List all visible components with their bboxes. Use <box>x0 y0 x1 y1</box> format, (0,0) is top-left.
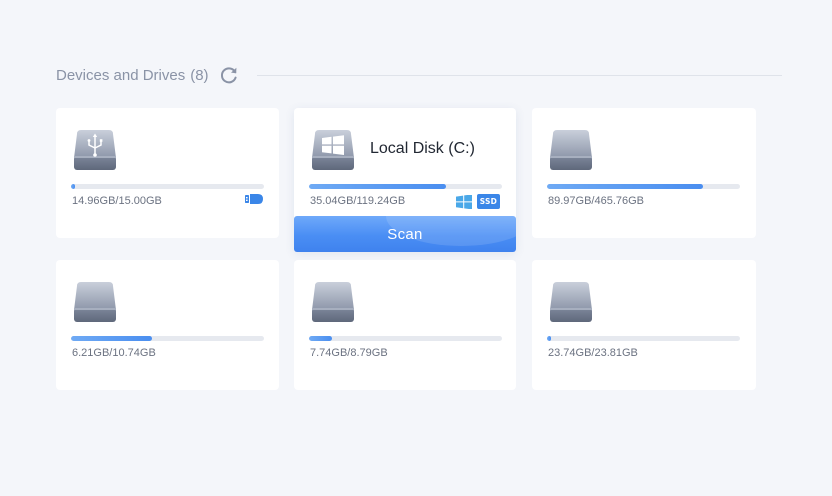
usage-fill <box>547 184 704 189</box>
usage-bar <box>71 184 264 189</box>
usage-bar <box>547 336 740 341</box>
usage-text: 7.74GB/8.79GB <box>310 347 388 359</box>
hard-drive-icon <box>312 282 354 322</box>
windows-icon <box>455 194 472 209</box>
usage-text: 23.74GB/23.81GB <box>548 347 638 359</box>
usage-bar <box>547 184 740 189</box>
hard-drive-icon <box>550 282 592 322</box>
refresh-icon[interactable] <box>219 65 239 85</box>
hard-drive-icon <box>74 282 116 322</box>
usage-bar <box>309 336 502 341</box>
drive-card[interactable]: 89.97GB/465.76GB <box>532 108 756 238</box>
usage-fill <box>71 184 75 189</box>
hard-drive-icon <box>550 130 592 170</box>
section-title: Devices and Drives <box>56 66 186 84</box>
usage-bar <box>71 336 264 341</box>
drive-title: Local Disk (C:) <box>370 140 475 157</box>
ssd-badge: SSD <box>476 194 500 209</box>
windows-drive-icon <box>312 130 354 170</box>
section-header: Devices and Drives (8) <box>56 62 782 88</box>
drive-count: (8) <box>190 66 209 84</box>
usage-fill <box>71 336 153 341</box>
drive-badges <box>245 194 263 204</box>
drive-card[interactable]: 6.21GB/10.74GB <box>56 260 279 390</box>
drive-card[interactable]: 23.74GB/23.81GB <box>532 260 756 390</box>
usage-bar <box>309 184 502 189</box>
drive-card[interactable]: 14.96GB/15.00GB <box>56 108 279 238</box>
usage-fill <box>547 336 551 341</box>
section-divider <box>256 74 782 76</box>
drive-card-local-disk-c[interactable]: Local Disk (C:) 35.04GB/119.24GB SSD Sca… <box>294 108 516 252</box>
usb-drive-icon <box>74 130 116 170</box>
usage-fill <box>309 336 333 341</box>
drive-card[interactable]: 7.74GB/8.79GB <box>294 260 516 390</box>
usage-text: 14.96GB/15.00GB <box>72 195 162 207</box>
scan-button-label: Scan <box>387 225 423 243</box>
scan-button[interactable]: Scan <box>294 216 516 252</box>
usage-text: 6.21GB/10.74GB <box>72 347 156 359</box>
usage-text: 89.97GB/465.76GB <box>548 195 645 207</box>
usage-text: 35.04GB/119.24GB <box>310 195 406 207</box>
usb-stick-icon <box>245 194 263 204</box>
drive-badges: SSD <box>455 194 500 209</box>
usage-fill <box>309 184 447 189</box>
